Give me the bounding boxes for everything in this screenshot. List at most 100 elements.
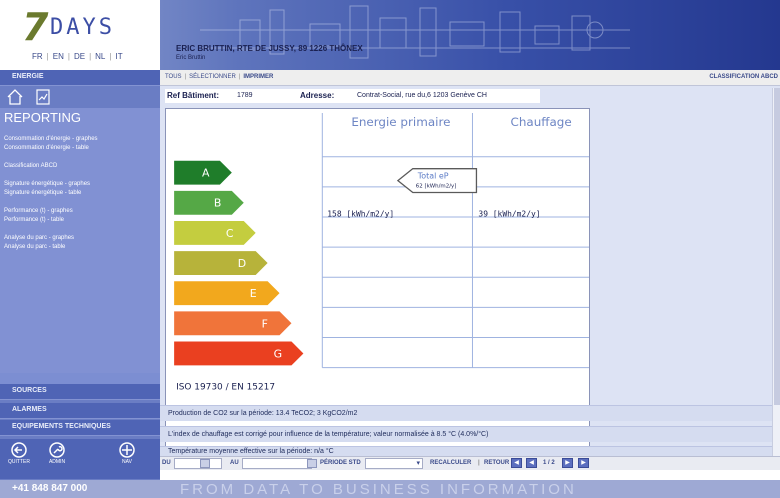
total-ep-marker: Total eP 62 [kWh/m2/y] xyxy=(396,168,478,194)
banner-graphic xyxy=(200,5,630,59)
next-page-icon[interactable]: ▶ xyxy=(562,458,573,468)
nav-button[interactable]: NAV xyxy=(112,442,142,476)
class-label-e: E xyxy=(250,287,257,300)
main-scrollbar[interactable] xyxy=(772,88,780,480)
toolbar-selectionner[interactable]: SÉLECTIONNER xyxy=(189,74,236,80)
class-arrow-c xyxy=(174,220,256,245)
chart-report-icon[interactable] xyxy=(34,88,52,106)
quit-label: QUITTER xyxy=(8,459,30,465)
sidebar: ENERGIE REPORTING Consommation d'énergie… xyxy=(0,70,160,482)
sidebar-nav-buttons: QUITTER ADMIN NAV xyxy=(0,439,160,479)
logo-area: 7 DAYS FR | EN | DE | NL | IT xyxy=(0,0,160,70)
last-page-icon[interactable]: ▶ xyxy=(578,458,589,468)
page-indicator: 1 / 2 xyxy=(543,460,555,466)
link-signature-graphes[interactable]: Signature énergétique - graphes xyxy=(4,181,90,187)
toolbar-imprimer[interactable]: IMPRIMER xyxy=(243,74,273,80)
nav-compass-icon xyxy=(119,442,135,458)
first-page-icon[interactable]: ◀ xyxy=(511,458,522,468)
toolbar-links: TOUS | SÉLECTIONNER | IMPRIMER xyxy=(165,74,274,80)
date-from-input[interactable] xyxy=(174,458,222,469)
class-label-d: D xyxy=(238,257,246,270)
message-co2: Production de CO2 sur la période: 13.4 T… xyxy=(160,405,772,421)
footer-phone: +41 848 847 000 xyxy=(12,483,88,494)
sidebar-section-equipements[interactable]: EQUIPEMENTS TECHNIQUES xyxy=(0,420,160,436)
link-conso-table[interactable]: Consommation d'énergie - table xyxy=(4,145,89,151)
logo-days: DAYS xyxy=(50,15,115,40)
column-header-chauffage: Chauffage xyxy=(511,115,572,129)
top-toolbar: TOUS | SÉLECTIONNER | IMPRIMER CLASSIFICATIO… xyxy=(160,70,780,86)
company-logo[interactable]: 7 DAYS xyxy=(22,8,142,46)
class-arrow-e xyxy=(174,281,280,306)
recalculer-button[interactable]: RECALCULER xyxy=(430,460,471,466)
sidebar-section-sources[interactable]: SOURCES xyxy=(0,384,160,400)
message-temperature: Température moyenne effective sur la pér… xyxy=(160,446,772,456)
app-header: 7 DAYS FR | EN | DE | NL | IT ERIC BRUTTIN, RTE … xyxy=(0,0,780,70)
value-energie-primaire: 158 [kWh/m2/y] xyxy=(327,209,394,218)
marker-value: 62 [kWh/m2/y] xyxy=(416,184,457,190)
du-label: DU xyxy=(162,460,171,466)
calendar-to-icon[interactable] xyxy=(307,459,317,468)
link-performance-graphes[interactable]: Performance (t) - graphes xyxy=(4,208,73,214)
lang-fr[interactable]: FR xyxy=(32,52,43,61)
date-to-input[interactable] xyxy=(242,458,312,469)
standard-label: ISO 19730 / EN 15217 xyxy=(176,382,275,392)
marker-title: Total eP xyxy=(417,172,449,181)
language-selector: FR | EN | DE | NL | IT xyxy=(32,52,123,61)
admin-button[interactable]: ADMIN xyxy=(42,442,72,476)
link-signature-table[interactable]: Signature énergétique - table xyxy=(4,190,81,196)
class-arrow-g xyxy=(174,341,304,366)
energy-class-arrows: A B C D E F G xyxy=(174,160,304,366)
column-header-energie-primaire: Energie primaire xyxy=(351,115,450,129)
class-label-f: F xyxy=(262,317,268,330)
page-title: CLASSIFICATION ABCD xyxy=(709,74,778,80)
admin-wrench-icon xyxy=(49,442,65,458)
logo-seven: 7 xyxy=(22,5,49,49)
calendar-from-icon[interactable] xyxy=(200,459,210,468)
client-address: ERIC BRUTTIN, RTE DE JUSSY, 89 1226 THÔN… xyxy=(176,44,363,53)
chart-grid xyxy=(321,112,589,369)
au-label: AU xyxy=(230,460,239,466)
sidebar-section-alarmes[interactable]: ALARMES xyxy=(0,403,160,419)
class-arrow-b xyxy=(174,190,244,215)
reporting-panel: REPORTING Consommation d'énergie - graph… xyxy=(0,108,160,373)
message-index: L'index de chauffage est corrigé pour in… xyxy=(160,426,772,442)
bottom-scroll-area xyxy=(160,470,780,480)
address-label: Adresse: xyxy=(300,91,335,100)
sidebar-icon-row xyxy=(0,86,160,108)
link-classification-abcd[interactable]: Classification ABCD xyxy=(4,163,57,169)
class-label-a: A xyxy=(202,167,210,180)
admin-label: ADMIN xyxy=(48,459,66,465)
chevron-down-icon: ▾ xyxy=(416,460,420,467)
ref-label: Ref Bâtiment: xyxy=(167,91,220,100)
class-arrow-f xyxy=(174,311,292,336)
quit-button[interactable]: QUITTER xyxy=(4,442,34,476)
link-parc-graphes[interactable]: Analyse du parc - graphes xyxy=(4,235,74,241)
toolbar-tous[interactable]: TOUS xyxy=(165,74,182,80)
app-footer: +41 848 847 000 FROM DATA TO BUSINESS IN… xyxy=(0,480,780,498)
sidebar-section-energie[interactable]: ENERGIE xyxy=(0,70,160,86)
class-label-b: B xyxy=(214,197,222,210)
lang-en[interactable]: EN xyxy=(53,52,64,61)
periode-label: PÉRIODE STD xyxy=(320,460,361,466)
ref-value: 1789 xyxy=(237,92,253,99)
lang-de[interactable]: DE xyxy=(74,52,85,61)
user-name: Eric Bruttin xyxy=(176,55,206,61)
building-info: Ref Bâtiment: 1789 Adresse: Contrat-Soci… xyxy=(165,89,540,103)
home-icon[interactable] xyxy=(6,88,24,106)
class-arrow-d xyxy=(174,251,268,275)
class-label-c: C xyxy=(226,227,234,240)
lang-it[interactable]: IT xyxy=(115,52,122,61)
link-conso-graphes[interactable]: Consommation d'énergie - graphes xyxy=(4,136,98,142)
period-select[interactable]: ▾ xyxy=(365,458,423,469)
lang-nl[interactable]: NL xyxy=(95,52,105,61)
period-toolbar: DU AU PÉRIODE STD ▾ RECALCULER | RETOUR … xyxy=(160,456,780,470)
retour-button[interactable]: RETOUR xyxy=(484,460,509,466)
prev-page-icon[interactable]: ◀ xyxy=(526,458,537,468)
address-value: Contrat-Social, rue du,6 1203 Genève CH xyxy=(357,92,487,99)
quit-arrow-icon xyxy=(11,442,27,458)
nav-label: NAV xyxy=(122,459,132,465)
link-performance-table[interactable]: Performance (t) - table xyxy=(4,217,64,223)
main-scrollbar-thumb[interactable] xyxy=(774,88,780,405)
link-parc-table[interactable]: Analyse du parc - table xyxy=(4,244,65,250)
value-chauffage: 39 [kWh/m2/y] xyxy=(478,209,540,218)
